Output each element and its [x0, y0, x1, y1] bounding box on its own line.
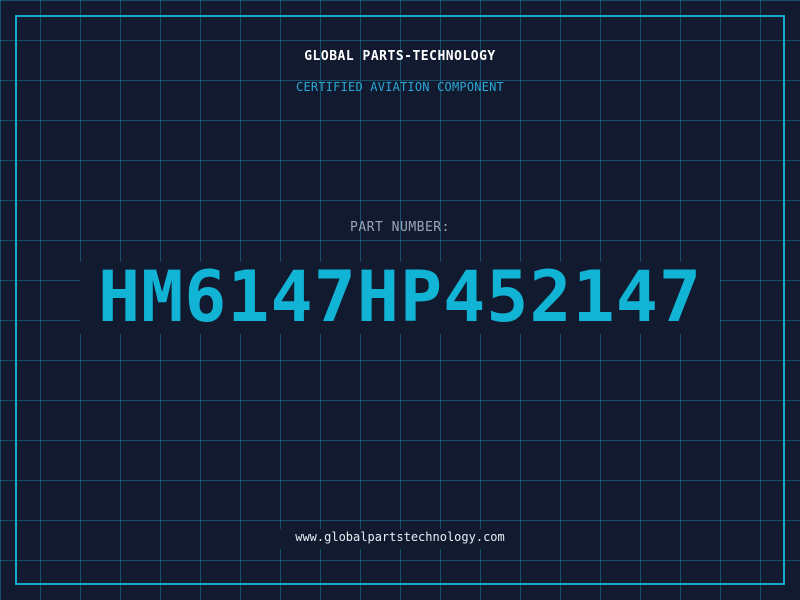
part-number-value: HM6147HP452147 [97, 256, 702, 338]
certification-subtitle: CERTIFIED AVIATION COMPONENT [296, 80, 504, 94]
label-card: GLOBAL PARTS-TECHNOLOGY CERTIFIED AVIATI… [0, 0, 800, 600]
part-number-label: PART NUMBER: [350, 220, 450, 235]
website-url: www.globalpartstechnology.com [295, 530, 505, 544]
company-name: GLOBAL PARTS-TECHNOLOGY [304, 49, 496, 64]
